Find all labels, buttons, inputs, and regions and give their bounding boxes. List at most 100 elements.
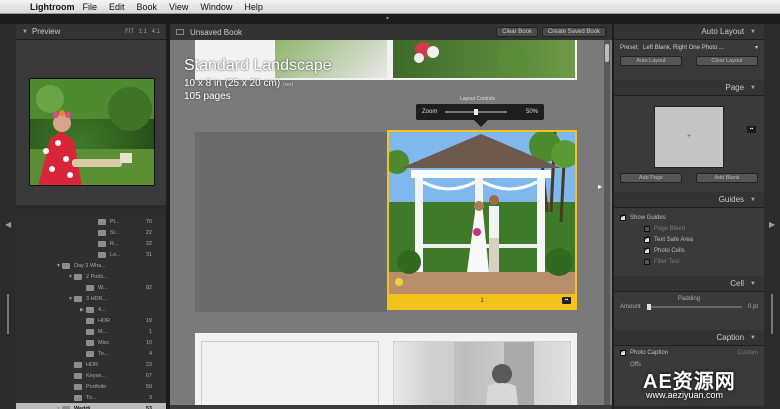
guide-checkbox-row[interactable]: Text Safe Area [620,234,758,245]
show-guides-checkbox[interactable]: Show Guides [620,212,758,223]
page-options-menu-icon[interactable]: ▪▪ [747,126,756,133]
add-page-button[interactable]: Add Page [620,173,682,183]
folder-count: 67 [145,372,152,379]
preview-thumbnail [29,78,155,186]
folder-row[interactable]: Pi... 70 [16,216,166,227]
folder-row[interactable]: To... 3 [16,392,166,403]
guides-panel-header[interactable]: Guides ▼ [614,192,764,208]
folder-row[interactable]: W... 82 [16,282,166,293]
clear-book-button[interactable]: Clear Book [496,27,538,37]
checkbox-icon[interactable] [620,347,626,356]
guides-panel-body: Show Guides Page Bleed Text Safe Area Phot… [614,208,764,276]
folder-row[interactable]: ▶ 4... [16,304,166,315]
caption-panel-header[interactable]: Caption ▼ [614,330,764,346]
guide-label: Page Bleed [654,225,686,232]
auto-layout-header[interactable]: Auto Layout ▼ [614,24,764,40]
checkbox-icon[interactable] [644,234,650,243]
menu-file[interactable]: File [83,2,98,12]
cell-panel-header[interactable]: Cell ▼ [614,276,764,292]
folder-count: 53 [145,405,152,409]
folder-row[interactable]: ▼ 2 Publi... [16,271,166,282]
checkbox-icon[interactable] [644,258,650,265]
auto-layout-button[interactable]: Auto Layout [620,56,682,66]
amount-slider[interactable] [646,304,742,310]
preview-panel-header[interactable]: ▼ Preview FIT 1:1 4:1 [16,24,166,40]
page-footer-bar[interactable]: 1 ▪▪ [389,294,575,308]
create-saved-book-button[interactable]: Create Saved Book [541,27,606,37]
menu-view[interactable]: View [169,2,188,12]
collapse-triangle-icon[interactable]: ▼ [22,29,28,35]
chevron-down-icon[interactable]: ▾ [755,44,758,51]
workspace-scrollbar[interactable] [604,40,610,409]
multi-page-view-icon[interactable] [176,29,184,35]
folder-row[interactable]: Si... 22 [16,227,166,238]
caption-option-select[interactable]: Custom [737,350,758,356]
cell-panel-title: Cell [730,279,745,288]
collapse-right-icon[interactable]: ▶ [769,220,775,229]
next-spread-right-page[interactable] [393,341,571,409]
folder-row[interactable]: ▼ 3 HDR... [16,293,166,304]
zoom-slider-knob[interactable] [474,109,479,115]
menu-book[interactable]: Book [137,2,158,12]
folder-row[interactable]: To... 4 [16,348,166,359]
right-scroll-grip[interactable] [771,294,773,334]
folder-label: To... [98,350,109,357]
right-edge: ▶ [764,24,780,409]
folder-count: 19 [145,317,152,324]
checkbox-icon[interactable] [620,212,626,221]
checkbox-icon[interactable] [644,225,650,232]
top-panel-toggle-icon[interactable]: ▾ [386,15,389,22]
page-layout-thumbnail[interactable]: + [654,106,724,168]
menu-help[interactable]: Help [244,2,263,12]
add-blank-button[interactable]: Add Blank [696,173,758,183]
folder-row[interactable]: ▼ Weddi... 53 [16,403,166,409]
guide-checkbox-row[interactable]: Page Bleed [620,223,758,234]
folder-row[interactable]: R... 22 [16,238,166,249]
photo-caption-checkbox[interactable]: Photo Caption [620,347,668,356]
collapse-left-icon[interactable]: ◀ [5,220,11,229]
folder-icon [98,240,106,247]
folder-row[interactable]: Lo... 31 [16,249,166,260]
folder-count: 1 [148,328,152,335]
amount-slider-knob[interactable] [646,304,651,310]
folder-row[interactable]: Misc 10 [16,337,166,348]
auto-layout-title: Auto Layout [701,27,745,36]
folder-label: Si... [110,229,120,236]
clear-layout-button[interactable]: Clear Layout [696,56,758,66]
checkbox-icon[interactable] [644,245,650,254]
menu-edit[interactable]: Edit [109,2,125,12]
zoom-slider[interactable] [445,109,508,115]
folder-row[interactable]: Keyse... 67 [16,370,166,381]
collapse-triangle-icon[interactable]: ▼ [750,281,756,287]
preset-row: Preset: Left Blank, Right One Photo ... … [620,44,758,52]
collapse-triangle-icon[interactable]: ▼ [750,197,756,203]
folder-icon [86,339,94,346]
book-canvas[interactable]: Standard Landscape 10 x 8 in (25 x 20 cm… [170,40,612,409]
folder-row[interactable]: HDR 19 [16,315,166,326]
folder-row[interactable]: HDR 23 [16,359,166,370]
guide-checkbox-row[interactable]: Photo Cells [620,245,758,256]
folder-row[interactable]: M... 1 [16,326,166,337]
workspace-scroll-thumb[interactable] [605,44,609,62]
preset-select[interactable]: Left Blank, Right One Photo ... [643,45,755,51]
menu-window[interactable]: Window [200,2,232,12]
folder-row[interactable]: Portfolio 59 [16,381,166,392]
collapse-triangle-icon[interactable]: ▼ [750,29,756,35]
page-menu-icon[interactable]: ▪▪ [562,297,571,304]
page-panel-header[interactable]: Page ▼ [614,80,764,96]
guide-checkbox-row[interactable]: Filler Text [620,256,758,267]
collapse-triangle-icon[interactable]: ▼ [750,335,756,341]
folder-row[interactable]: ▼ Day 3 Wha... [16,260,166,271]
spread-right-page-selected[interactable]: 1 ▪▪ [387,130,577,310]
zoom-fit-options[interactable]: FIT 1:1 4:1 [125,29,160,35]
menu-bar: Lightroom File Edit Book View Window Hel… [0,0,780,409]
amount-value[interactable]: 0 pt [748,304,758,310]
app-menu[interactable]: Lightroom [30,2,75,12]
gazebo-photo-cell[interactable] [389,132,575,294]
spread-left-page[interactable] [195,132,387,312]
left-scroll-grip[interactable] [7,294,9,334]
previous-photo-right[interactable] [393,40,575,78]
collapse-triangle-icon[interactable]: ▼ [750,85,756,91]
next-spread[interactable] [195,333,577,409]
next-spread-left-page[interactable] [201,341,379,409]
